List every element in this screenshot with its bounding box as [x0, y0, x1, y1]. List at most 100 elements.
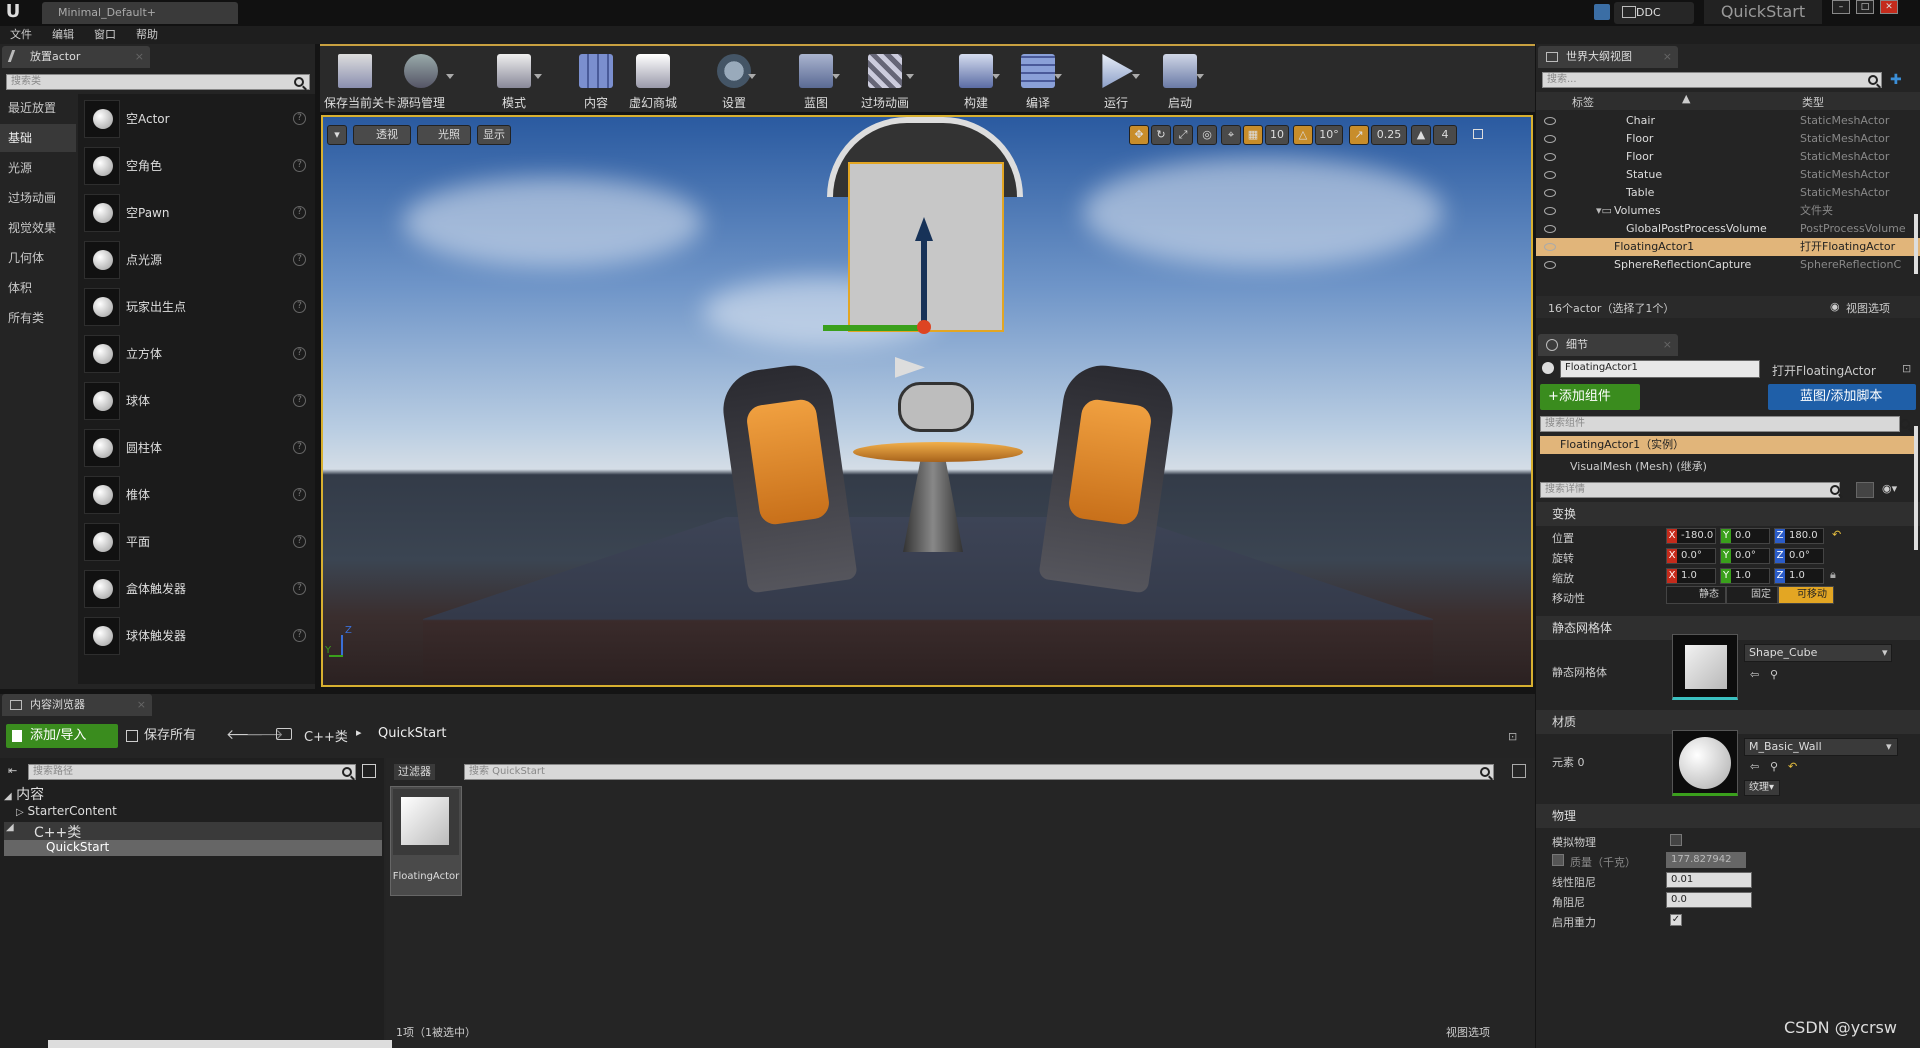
tab-close-icon[interactable]: ×: [1663, 334, 1672, 356]
menu-edit[interactable]: 编辑: [42, 26, 84, 44]
search-icon[interactable]: [1868, 75, 1878, 85]
rotation-snap-value[interactable]: 10°: [1315, 125, 1343, 145]
simulate-physics-checkbox[interactable]: [1670, 834, 1682, 846]
grid-snap-icon[interactable]: ▦: [1243, 125, 1263, 145]
mesh-component-row[interactable]: VisualMesh (Mesh) (继承): [1570, 458, 1707, 474]
asset-floating-actor[interactable]: FloatingActor: [390, 786, 462, 896]
blueprints-button[interactable]: 蓝图: [794, 50, 840, 112]
rotation-x-field[interactable]: X 0.0°: [1666, 548, 1716, 564]
reset-to-default-icon[interactable]: ↶: [1788, 760, 1797, 773]
actor-item-player-start[interactable]: 玩家出生点?: [82, 284, 310, 330]
class-search-input[interactable]: 搜索类: [6, 74, 310, 90]
scale-mode-icon[interactable]: ⤢: [1173, 125, 1193, 145]
actor-item-cylinder[interactable]: 圆柱体?: [82, 425, 310, 471]
dropdown-arrow-icon[interactable]: [1196, 74, 1204, 79]
visibility-eye-icon[interactable]: [1544, 207, 1556, 215]
open-actor-link[interactable]: 打开FloatingActor: [1772, 362, 1876, 379]
dropdown-arrow-icon[interactable]: [992, 74, 1000, 79]
horizontal-scrollbar[interactable]: [48, 1040, 392, 1048]
view-options-button[interactable]: 视图选项: [1846, 300, 1890, 316]
view-options-button[interactable]: 视图选项: [1446, 1024, 1490, 1040]
visibility-eye-icon[interactable]: [1544, 225, 1556, 233]
path-search-input[interactable]: 搜索路径: [28, 764, 356, 780]
details-tab[interactable]: 细节 ×: [1538, 334, 1678, 356]
components-search-input[interactable]: 搜索组件: [1540, 416, 1900, 432]
cinematics-button[interactable]: 过场动画: [858, 50, 914, 112]
outliner-search-input[interactable]: 搜索...: [1542, 72, 1882, 88]
content-button[interactable]: 内容: [574, 50, 618, 112]
location-z-field[interactable]: Z 180.0: [1774, 528, 1824, 544]
actor-name-field[interactable]: FloatingActor1: [1560, 360, 1760, 378]
gizmo-pivot[interactable]: [917, 320, 931, 334]
details-scrollbar[interactable]: [1914, 426, 1918, 550]
surface-snap-icon[interactable]: ⌖: [1221, 125, 1241, 145]
linear-damping-field[interactable]: 0.01: [1666, 872, 1752, 888]
settings-button[interactable]: 设置: [714, 50, 756, 112]
help-icon[interactable]: ?: [293, 300, 306, 313]
static-mesh-thumbnail[interactable]: [1672, 634, 1738, 700]
menu-window[interactable]: 窗口: [84, 26, 126, 44]
angular-damping-label[interactable]: 角阻尼: [1552, 894, 1585, 910]
collapse-sources-icon[interactable]: ⇤: [8, 764, 17, 777]
scale-z-field[interactable]: Z 1.0: [1774, 568, 1824, 584]
help-icon[interactable]: ?: [293, 629, 306, 642]
visibility-eye-icon[interactable]: [1544, 243, 1556, 251]
outliner-row[interactable]: Floor StaticMeshActor: [1536, 148, 1920, 166]
tab-close-icon[interactable]: ×: [1663, 46, 1672, 68]
dropdown-arrow-icon[interactable]: [1054, 74, 1062, 79]
show-button[interactable]: 显示: [477, 125, 511, 145]
camera-speed-value[interactable]: 4: [1433, 125, 1457, 145]
visibility-eye-icon[interactable]: [1544, 261, 1556, 269]
enable-gravity-checkbox[interactable]: ✓: [1670, 914, 1682, 926]
linear-damping-label[interactable]: 线性阻尼: [1552, 874, 1596, 890]
menu-help[interactable]: 帮助: [126, 26, 168, 44]
help-icon[interactable]: ?: [293, 253, 306, 266]
category-basic[interactable]: 基础: [0, 124, 76, 152]
search-icon[interactable]: [294, 77, 304, 87]
outliner-row[interactable]: Floor StaticMeshActor: [1536, 130, 1920, 148]
rotation-z-field[interactable]: Z 0.0°: [1774, 548, 1824, 564]
search-icon[interactable]: [1480, 767, 1490, 777]
category-recent[interactable]: 最近放置: [0, 94, 76, 122]
mobility-static-button[interactable]: 静态: [1666, 586, 1726, 604]
play-button[interactable]: 运行: [1094, 50, 1140, 112]
visibility-eye-icon[interactable]: [1544, 117, 1556, 125]
transform-section-header[interactable]: 变换: [1536, 502, 1920, 526]
outliner-row[interactable]: Table StaticMeshActor: [1536, 184, 1920, 202]
dropdown-arrow-icon[interactable]: [832, 74, 840, 79]
search-icon[interactable]: [1900, 419, 1910, 429]
compile-button[interactable]: 编译: [1016, 50, 1062, 112]
outliner-scrollbar[interactable]: [1914, 214, 1918, 274]
mobility-stationary-button[interactable]: 固定: [1726, 586, 1778, 604]
outliner-row[interactable]: ▾▭ Volumes 文件夹: [1536, 202, 1920, 220]
build-button[interactable]: 构建: [954, 50, 1000, 112]
add-import-button[interactable]: 添加/导入: [6, 724, 118, 748]
lock-icon[interactable]: ⊡: [1508, 730, 1517, 743]
material-thumbnail[interactable]: [1672, 730, 1738, 796]
visibility-eye-icon[interactable]: [1544, 135, 1556, 143]
location-x-field[interactable]: X -180.0: [1666, 528, 1716, 544]
search-icon[interactable]: [1830, 485, 1840, 495]
actor-item-sphere[interactable]: 球体?: [82, 378, 310, 424]
actor-item-box-trigger[interactable]: 盒体触发器?: [82, 566, 310, 612]
angular-damping-field[interactable]: 0.0: [1666, 892, 1752, 908]
help-icon[interactable]: ?: [293, 582, 306, 595]
modes-button[interactable]: 模式: [488, 50, 542, 112]
grid-snap-value[interactable]: 10: [1265, 125, 1289, 145]
marketplace-button[interactable]: 虚幻商城: [626, 50, 680, 112]
scale-snap-icon[interactable]: ↗: [1349, 125, 1369, 145]
scale-snap-value[interactable]: 0.25: [1371, 125, 1407, 145]
help-icon[interactable]: ?: [293, 441, 306, 454]
chevron-down-icon[interactable]: ▾: [1886, 740, 1892, 753]
breadcrumb-quickstart[interactable]: QuickStart: [378, 726, 447, 741]
sort-asc-icon[interactable]: ▲: [1682, 92, 1690, 105]
expand-arrow-icon[interactable]: ◢: [6, 822, 14, 833]
category-geometry[interactable]: 几何体: [0, 244, 76, 272]
notification-flag-icon[interactable]: [1594, 4, 1610, 20]
location-y-field[interactable]: Y 0.0: [1720, 528, 1770, 544]
tree-item-starter-content[interactable]: ▷ StarterContent: [16, 804, 117, 818]
category-volumes[interactable]: 体积: [0, 274, 76, 302]
help-icon[interactable]: ?: [293, 206, 306, 219]
save-level-button[interactable]: 保存当前关卡: [324, 50, 396, 112]
property-matrix-icon[interactable]: [1856, 482, 1874, 498]
